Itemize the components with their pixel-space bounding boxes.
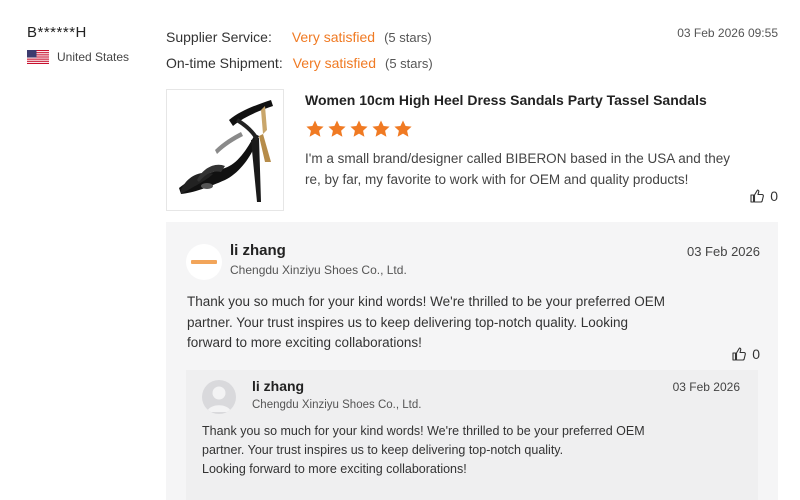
- rating-label: On-time Shipment:: [166, 55, 283, 71]
- review-text-line: re, by far, my favorite to work with for…: [305, 172, 689, 187]
- review-text: I'm a small brand/designer called BIBERO…: [305, 148, 783, 190]
- like-count: 0: [770, 188, 778, 204]
- reply-text-line: Thank you so much for your kind words! W…: [202, 424, 645, 438]
- reply-text: Thank you so much for your kind words! W…: [202, 422, 732, 479]
- nested-reply: li zhang Chengdu Xinziyu Shoes Co., Ltd.…: [186, 370, 758, 500]
- rating-supplier-service: Supplier Service: Very satisfied (5 star…: [166, 24, 433, 50]
- us-flag-icon: [27, 50, 49, 64]
- reply-author-name: li zhang: [252, 378, 305, 394]
- reply-text: Thank you so much for your kind words! W…: [187, 292, 747, 354]
- reply-text-line: Thank you so much for your kind words! W…: [187, 294, 666, 309]
- reply-author-name: li zhang: [230, 242, 286, 259]
- reply-text-line: Looking forward to more exciting collabo…: [202, 462, 467, 476]
- reply-date: 03 Feb 2026: [686, 244, 760, 259]
- thumbs-up-icon: [750, 189, 765, 203]
- product-title[interactable]: Women 10cm High Heel Dress Sandals Party…: [305, 92, 707, 108]
- reply-date: 03 Feb 2026: [672, 380, 740, 394]
- supplier-ratings: Supplier Service: Very satisfied (5 star…: [166, 24, 433, 76]
- review-date: 03 Feb 2026 09:55: [677, 26, 778, 40]
- reply-author-company: Chengdu Xinziyu Shoes Co., Ltd.: [230, 263, 407, 277]
- default-avatar-icon: [202, 380, 236, 414]
- review-star-rating: [305, 119, 413, 139]
- logo-mark: [191, 260, 217, 264]
- product-thumbnail[interactable]: [166, 89, 284, 211]
- like-count: 0: [752, 346, 760, 362]
- star-icon: [306, 120, 324, 137]
- review-like-button[interactable]: 0: [749, 188, 778, 204]
- reply-like-button[interactable]: 0: [731, 346, 760, 362]
- reply-text-line: forward to more exciting collaborations!: [187, 335, 422, 350]
- reviewer-name: B******H: [27, 24, 87, 41]
- thumbs-up-icon: [732, 347, 747, 361]
- rating-stars-text: (5 stars): [384, 29, 432, 45]
- sandal-image: [167, 90, 283, 210]
- star-icon: [350, 120, 368, 137]
- country-label: United States: [57, 50, 130, 64]
- rating-label: Supplier Service:: [166, 29, 272, 45]
- reply-text-line: partner. Your trust inspires us to keep …: [187, 314, 629, 330]
- supplier-reply: li zhang Chengdu Xinziyu Shoes Co., Ltd.…: [166, 222, 778, 500]
- star-icon: [328, 120, 346, 137]
- review-text-line: I'm a small brand/designer called BIBERO…: [305, 151, 731, 166]
- rating-value: Very satisfied: [291, 29, 376, 45]
- reviewer-country: United States: [27, 50, 129, 64]
- rating-stars-text: (5 stars): [384, 55, 433, 71]
- supplier-logo-avatar: [186, 244, 222, 280]
- rating-on-time-shipment: On-time Shipment: Very satisfied (5 star…: [166, 50, 433, 76]
- star-icon: [394, 120, 412, 137]
- reply-author-company: Chengdu Xinziyu Shoes Co., Ltd.: [252, 399, 422, 411]
- star-icon: [372, 120, 390, 137]
- reply-text-line: partner. Your trust inspires us to keep …: [202, 443, 564, 457]
- rating-value: Very satisfied: [292, 55, 376, 71]
